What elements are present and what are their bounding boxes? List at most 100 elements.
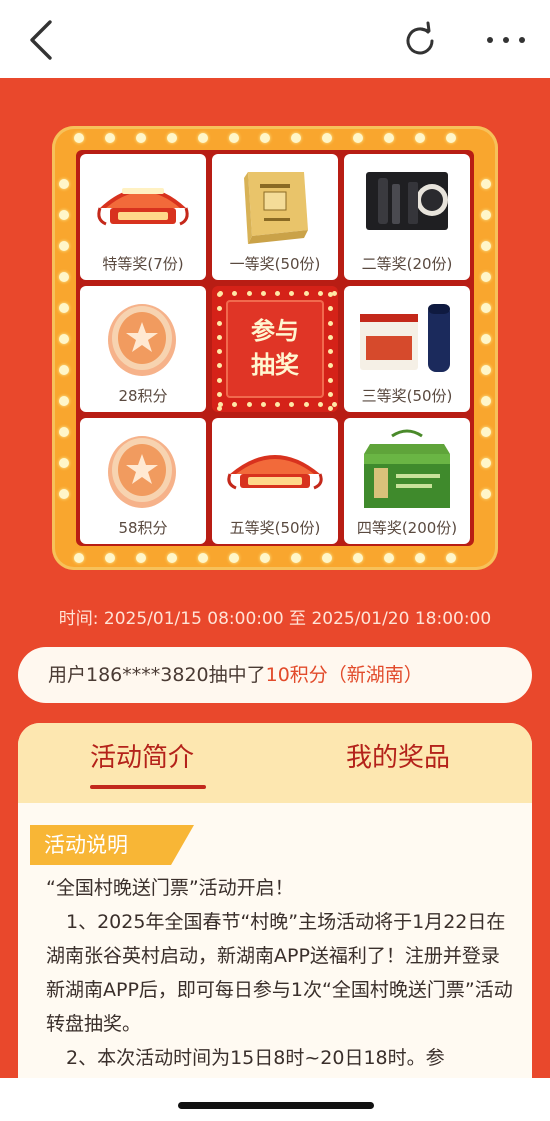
active-tab-indicator xyxy=(90,785,206,789)
winner-ticker: 用户186****3820抽中了10积分（新湖南） xyxy=(18,647,532,703)
marquee-bulb xyxy=(59,210,69,220)
lottery-board: 特等奖(7份) 一等奖(50份) 二等奖(20份) 28积分 参与 抽奖 三等奖… xyxy=(52,126,498,570)
draw-button-dot xyxy=(328,306,333,312)
marquee-bulb xyxy=(59,272,69,282)
draw-button-line1: 参与 xyxy=(251,317,299,345)
marquee-bulb xyxy=(384,133,394,143)
marquee-bulb xyxy=(481,303,491,313)
draw-button-dot xyxy=(289,291,295,296)
marquee-bulb xyxy=(481,272,491,282)
draw-button-dot xyxy=(328,377,333,383)
marquee-bulb xyxy=(59,241,69,251)
draw-button-dot xyxy=(328,349,333,354)
prize-label: 五等奖(50份) xyxy=(229,519,321,537)
draw-button-dot xyxy=(332,402,337,407)
marquee-bulb xyxy=(353,133,363,143)
prize-cell-28-points[interactable]: 28积分 xyxy=(80,286,206,412)
event-time: 时间: 2025/01/15 08:00:00 至 2025/01/20 18:… xyxy=(58,609,492,629)
home-indicator[interactable] xyxy=(178,1102,374,1109)
chevron-left-icon[interactable] xyxy=(26,18,56,62)
draw-button-dot xyxy=(217,320,222,326)
draw-button-dot xyxy=(328,320,333,326)
draw-button-label: 参与 抽奖 xyxy=(212,314,338,382)
marquee-bulb xyxy=(481,179,491,189)
draw-button-dot xyxy=(260,402,266,407)
coin-star-icon xyxy=(108,304,176,376)
paragraph: 2、本次活动时间为15日8时~20日18时。参 xyxy=(66,1047,445,1069)
ticker-highlight: 10积分（新湖南） xyxy=(265,664,423,686)
draw-button[interactable]: 参与 抽奖 xyxy=(212,286,338,412)
marquee-bulb xyxy=(481,334,491,344)
marquee-bulb xyxy=(105,553,115,563)
prize-cell-fifth[interactable]: 五等奖(50份) xyxy=(212,418,338,544)
ticket-banner-art xyxy=(97,188,189,226)
draw-button-dot xyxy=(217,349,222,354)
refresh-icon[interactable] xyxy=(400,21,440,61)
prize-cell-second[interactable]: 二等奖(20份) xyxy=(344,154,470,280)
draw-button-dot xyxy=(328,406,333,411)
tab-my-prizes[interactable]: 我的奖品 xyxy=(346,737,450,777)
draw-button-dot xyxy=(289,402,295,407)
marquee-bulb xyxy=(59,427,69,437)
draw-button-dot xyxy=(246,291,252,296)
marquee-bulb xyxy=(291,553,301,563)
prize-cell-special[interactable]: 特等奖(7份) xyxy=(80,154,206,280)
marquee-bulb xyxy=(291,133,301,143)
thermos-set-art xyxy=(366,172,448,230)
marquee-bulb xyxy=(198,133,208,143)
lottery-grid: 特等奖(7份) 一等奖(50份) 二等奖(20份) 28积分 参与 抽奖 三等奖… xyxy=(76,150,474,546)
marquee-bulb xyxy=(198,553,208,563)
marquee-bulb xyxy=(229,553,239,563)
prize-label: 特等奖(7份) xyxy=(102,255,184,273)
marquee-bulb xyxy=(481,210,491,220)
marquee-bulb xyxy=(74,553,84,563)
draw-button-dot xyxy=(217,391,222,397)
marquee-bulb xyxy=(260,133,270,143)
draw-button-dot xyxy=(317,291,323,296)
prize-label: 28积分 xyxy=(118,387,168,405)
draw-button-dot xyxy=(303,291,309,296)
draw-button-dot xyxy=(332,291,337,296)
tab-bar: 活动简介 我的奖品 xyxy=(18,723,532,803)
top-nav-bar xyxy=(0,0,550,78)
tea-gift-box-art xyxy=(364,429,450,508)
marquee-bulb xyxy=(481,489,491,499)
marquee-bulb xyxy=(481,365,491,375)
marquee-bulb xyxy=(415,133,425,143)
draw-button-line2: 抽奖 xyxy=(251,351,299,379)
prize-label: 一等奖(50份) xyxy=(229,255,321,273)
draw-button-dot xyxy=(217,334,222,340)
marquee-bulb xyxy=(74,133,84,143)
prize-cell-58-points[interactable]: 58积分 xyxy=(80,418,206,544)
marquee-bulb xyxy=(136,133,146,143)
marquee-bulb xyxy=(59,396,69,406)
draw-button-dot xyxy=(246,402,252,407)
marquee-bulb xyxy=(59,334,69,344)
draw-button-dot xyxy=(328,334,333,340)
prize-cell-fourth[interactable]: 四等奖(200份) xyxy=(344,418,470,544)
draw-button-dot xyxy=(275,291,280,296)
more-horizontal-icon[interactable] xyxy=(484,30,528,50)
draw-button-dot xyxy=(303,402,309,407)
marquee-bulb xyxy=(59,458,69,468)
gift-box-art xyxy=(244,172,308,244)
section-title: 活动说明 xyxy=(30,825,194,865)
calendar-cup-art xyxy=(360,304,450,372)
tab-activity-intro[interactable]: 活动简介 xyxy=(90,737,194,777)
prize-cell-third[interactable]: 三等奖(50份) xyxy=(344,286,470,412)
marquee-bulb xyxy=(322,133,332,143)
draw-button-dot xyxy=(328,391,333,397)
coin-star-icon xyxy=(108,436,176,508)
marquee-bulb xyxy=(481,458,491,468)
prize-cell-first[interactable]: 一等奖(50份) xyxy=(212,154,338,280)
paragraph: 1、2025年全国春节“村晚”主场活动将于1月22日在湖南张谷英村启动，新湖南A… xyxy=(46,911,513,1035)
marquee-bulb xyxy=(105,133,115,143)
draw-button-dot xyxy=(232,402,238,407)
prize-label: 二等奖(20份) xyxy=(361,255,453,273)
home-bar-area xyxy=(0,1078,550,1121)
prize-label: 四等奖(200份) xyxy=(356,519,458,537)
marquee-bulb xyxy=(322,553,332,563)
ticker-prefix: 用户186****3820抽中了 xyxy=(48,664,266,686)
marquee-bulb xyxy=(59,489,69,499)
prize-label: 三等奖(50份) xyxy=(361,387,453,405)
